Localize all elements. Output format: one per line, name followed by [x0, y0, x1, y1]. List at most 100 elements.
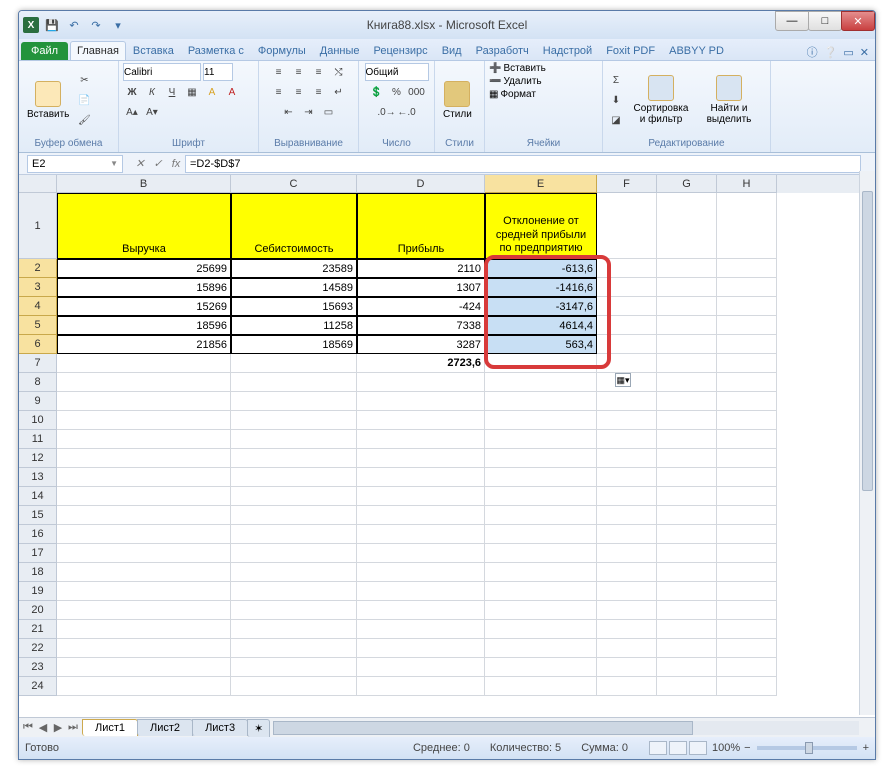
cell-G17[interactable]	[657, 544, 717, 563]
cell-H15[interactable]	[717, 506, 777, 525]
cell-c7[interactable]	[231, 354, 357, 373]
insert-cells-button[interactable]: ➕ Вставить	[489, 63, 546, 74]
cell-B11[interactable]	[57, 430, 231, 449]
row-header-15[interactable]: 15	[19, 506, 57, 525]
cell-H16[interactable]	[717, 525, 777, 544]
cell-d5[interactable]: 7338	[357, 316, 485, 335]
cell-E15[interactable]	[485, 506, 597, 525]
cell-g4[interactable]	[657, 297, 717, 316]
cell-H9[interactable]	[717, 392, 777, 411]
col-header-D[interactable]: D	[357, 175, 485, 193]
align-left-icon[interactable]: ≡	[270, 83, 288, 101]
cell-e2[interactable]: -613,6	[485, 259, 597, 278]
cell-B21[interactable]	[57, 620, 231, 639]
format-painter-icon[interactable]: 🖌	[75, 111, 93, 129]
cell-D24[interactable]	[357, 677, 485, 696]
cell-H24[interactable]	[717, 677, 777, 696]
cell-c3[interactable]: 14589	[231, 278, 357, 297]
cell-b6[interactable]: 21856	[57, 335, 231, 354]
cell-F22[interactable]	[597, 639, 657, 658]
row-header-17[interactable]: 17	[19, 544, 57, 563]
cell-D9[interactable]	[357, 392, 485, 411]
row-header-3[interactable]: 3	[19, 278, 57, 297]
cell-D22[interactable]	[357, 639, 485, 658]
cell-B23[interactable]	[57, 658, 231, 677]
row-header-5[interactable]: 5	[19, 316, 57, 335]
cell-H14[interactable]	[717, 487, 777, 506]
cell-F9[interactable]	[597, 392, 657, 411]
cell-f4[interactable]	[597, 297, 657, 316]
cell-E12[interactable]	[485, 449, 597, 468]
header-d[interactable]: Прибыль	[357, 193, 485, 259]
cell-h6[interactable]	[717, 335, 777, 354]
currency-icon[interactable]: 💲	[368, 83, 386, 101]
save-icon[interactable]: 💾	[43, 16, 61, 34]
inner-close-icon[interactable]: ✕	[860, 46, 869, 59]
cell-E16[interactable]	[485, 525, 597, 544]
cell-G11[interactable]	[657, 430, 717, 449]
fill-icon[interactable]: ⬇	[607, 91, 625, 109]
align-top-icon[interactable]: ≡	[270, 63, 288, 81]
cell-F24[interactable]	[597, 677, 657, 696]
tab-file[interactable]: Файл	[21, 42, 68, 60]
cell-F17[interactable]	[597, 544, 657, 563]
name-box-dropdown-icon[interactable]: ▼	[110, 159, 118, 168]
row-header-8[interactable]: 8	[19, 373, 57, 392]
cell-g7[interactable]	[657, 354, 717, 373]
cell-e4[interactable]: -3147,6	[485, 297, 597, 316]
header-c[interactable]: Себистоимость	[231, 193, 357, 259]
cell-H13[interactable]	[717, 468, 777, 487]
vscroll-thumb[interactable]	[862, 191, 873, 491]
cell-h3[interactable]	[717, 278, 777, 297]
cell-C19[interactable]	[231, 582, 357, 601]
cell-H8[interactable]	[717, 373, 777, 392]
name-box[interactable]: E2 ▼	[27, 155, 123, 173]
cell-D20[interactable]	[357, 601, 485, 620]
border-button[interactable]: ▦	[183, 83, 201, 101]
cell-B19[interactable]	[57, 582, 231, 601]
cell-C12[interactable]	[231, 449, 357, 468]
col-header-H[interactable]: H	[717, 175, 777, 193]
cell-f3[interactable]	[597, 278, 657, 297]
cell-h5[interactable]	[717, 316, 777, 335]
cut-icon[interactable]: ✂	[75, 71, 93, 89]
inner-restore-icon[interactable]: ▭	[843, 46, 853, 59]
cell-C20[interactable]	[231, 601, 357, 620]
cell-H18[interactable]	[717, 563, 777, 582]
cell-B14[interactable]	[57, 487, 231, 506]
cell-E11[interactable]	[485, 430, 597, 449]
cell-H23[interactable]	[717, 658, 777, 677]
close-button[interactable]: ✕	[841, 11, 875, 31]
decrease-indent-icon[interactable]: ⇤	[280, 103, 298, 121]
cell-E21[interactable]	[485, 620, 597, 639]
inc-decimal-icon[interactable]: .0→	[378, 103, 396, 121]
help-icon[interactable]: ❔	[824, 46, 838, 59]
cell-F10[interactable]	[597, 411, 657, 430]
cell-C11[interactable]	[231, 430, 357, 449]
col-header-C[interactable]: C	[231, 175, 357, 193]
zoom-knob[interactable]	[805, 742, 813, 754]
row-header-6[interactable]: 6	[19, 335, 57, 354]
cell-C14[interactable]	[231, 487, 357, 506]
cell-D15[interactable]	[357, 506, 485, 525]
tab-foxit[interactable]: Foxit PDF	[599, 41, 662, 60]
cell-B22[interactable]	[57, 639, 231, 658]
cell-G20[interactable]	[657, 601, 717, 620]
cell-B15[interactable]	[57, 506, 231, 525]
cell-D16[interactable]	[357, 525, 485, 544]
increase-font-icon[interactable]: A▴	[123, 103, 141, 121]
undo-icon[interactable]: ↶	[65, 16, 83, 34]
row-header-10[interactable]: 10	[19, 411, 57, 430]
horizontal-scrollbar[interactable]	[273, 721, 859, 735]
cell-c5[interactable]: 11258	[231, 316, 357, 335]
cell-E22[interactable]	[485, 639, 597, 658]
cell-d4[interactable]: -424	[357, 297, 485, 316]
cell-F21[interactable]	[597, 620, 657, 639]
cell-g3[interactable]	[657, 278, 717, 297]
cell-G21[interactable]	[657, 620, 717, 639]
cell-b4[interactable]: 15269	[57, 297, 231, 316]
vertical-scrollbar[interactable]	[859, 171, 875, 715]
row-header-22[interactable]: 22	[19, 639, 57, 658]
zoom-slider[interactable]	[757, 746, 857, 750]
cell-c4[interactable]: 15693	[231, 297, 357, 316]
